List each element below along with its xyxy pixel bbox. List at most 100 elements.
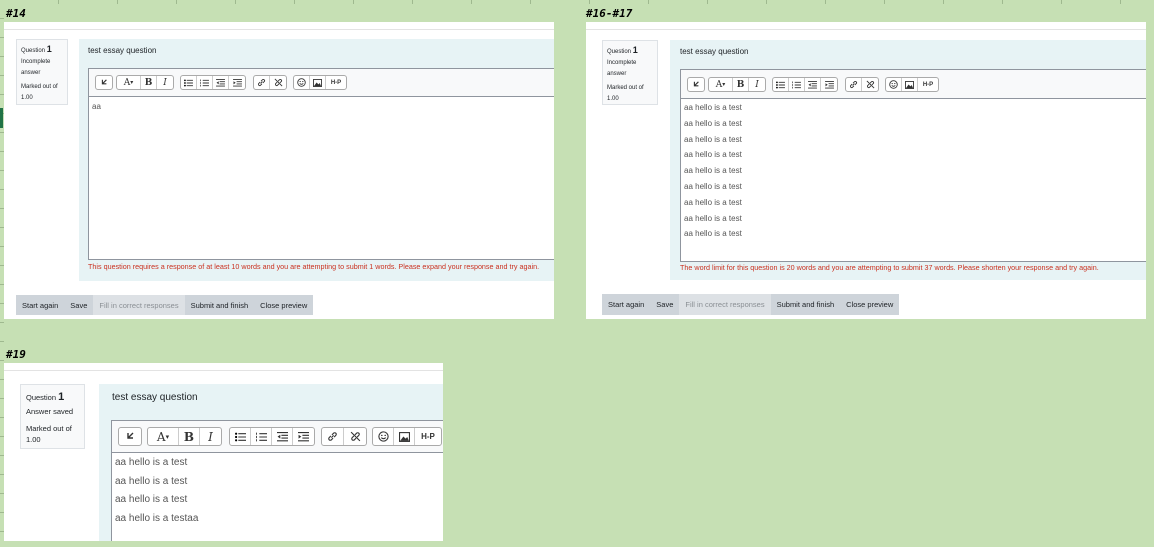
bold-icon[interactable]: B <box>733 78 749 91</box>
preview-controls: Start again Save Fill in correct respons… <box>602 294 900 315</box>
link-icon[interactable] <box>254 76 270 89</box>
bullet-list-icon[interactable] <box>181 76 197 89</box>
response-line: aa <box>92 102 101 111</box>
question-state: Incomplete answer <box>607 60 637 77</box>
question-formulation: test essay question A ▾ B I <box>99 384 443 541</box>
fill-correct-responses-button[interactable]: Fill in correct responses <box>93 295 185 315</box>
submit-and-finish-button[interactable]: Submit and finish <box>771 294 841 315</box>
indent-icon[interactable] <box>229 76 245 89</box>
fill-correct-responses-button[interactable]: Fill in correct responses <box>679 294 771 315</box>
selected-cell-marker <box>0 108 3 128</box>
submit-and-finish-button[interactable]: Submit and finish <box>185 295 255 315</box>
essay-editor[interactable]: A ▾ B I H-P <box>111 420 443 541</box>
start-again-button[interactable]: Start again <box>16 295 64 315</box>
response-line: aa hello is a test <box>684 197 742 207</box>
screenshot-panel-19: Question 1 Answer saved Marked out of 1.… <box>4 363 443 541</box>
bullet-list-icon[interactable] <box>230 428 251 445</box>
editor-toolbar: A ▾ B I H-P <box>112 421 443 453</box>
numbered-list-icon[interactable] <box>251 428 272 445</box>
italic-icon[interactable]: I <box>749 78 765 91</box>
response-line: aa hello is a test <box>684 150 742 160</box>
question-info: Question 1 Answer saved Marked out of 1.… <box>20 384 85 449</box>
h5p-icon[interactable]: H-P <box>415 428 441 445</box>
numbered-list-icon[interactable] <box>197 76 213 89</box>
unlink-icon[interactable] <box>344 428 366 445</box>
response-line: aa hello is a test <box>115 457 188 468</box>
bold-icon[interactable]: B <box>141 76 157 89</box>
save-button[interactable]: Save <box>650 294 679 315</box>
text-color-icon[interactable]: A ▾ <box>117 76 141 89</box>
h5p-icon[interactable]: H-P <box>326 76 346 89</box>
italic-icon[interactable]: I <box>157 76 173 89</box>
undo-icon[interactable] <box>119 428 141 445</box>
response-line: aa hello is a test <box>684 118 742 128</box>
emoji-icon[interactable] <box>886 78 902 91</box>
editor-content[interactable]: aa hello is a test aa hello is a test aa… <box>681 99 1146 261</box>
image-icon[interactable] <box>310 76 326 89</box>
image-icon[interactable] <box>902 78 918 91</box>
validation-error: This question requires a response of at … <box>88 262 540 271</box>
close-preview-button[interactable]: Close preview <box>254 295 313 315</box>
panel-label-16-17: #16-#17 <box>586 7 633 20</box>
response-line: aa hello is a test <box>115 494 188 505</box>
editor-toolbar: A ▾ B I H-P <box>681 70 1146 99</box>
emoji-icon[interactable] <box>294 76 310 89</box>
editor-content[interactable]: aa hello is a test aa hello is a test aa… <box>112 453 443 541</box>
response-line: aa hello is a test <box>684 166 742 176</box>
screenshot-panel-16-17: Question 1 Incomplete answer Marked out … <box>586 22 1146 319</box>
text-color-icon[interactable]: A ▾ <box>709 78 733 91</box>
text-color-icon[interactable]: A ▾ <box>148 428 179 445</box>
question-info: Question 1 Incomplete answer Marked out … <box>16 39 68 105</box>
essay-editor[interactable]: A ▾ B I H-P <box>680 69 1146 262</box>
undo-icon[interactable] <box>96 76 112 89</box>
h5p-icon[interactable]: H-P <box>918 78 938 91</box>
question-info: Question 1 Incomplete answer Marked out … <box>602 40 658 105</box>
essay-editor[interactable]: A ▾ B I H-P <box>88 68 554 260</box>
question-text: test essay question <box>680 47 749 56</box>
validation-error: The word limit for this question is 20 w… <box>680 263 1099 272</box>
outdent-icon[interactable] <box>805 78 821 91</box>
response-line: aa hello is a test <box>684 213 742 223</box>
question-text: test essay question <box>88 46 157 55</box>
panel-label-19: #19 <box>6 348 26 361</box>
response-line: aa hello is a test <box>684 103 742 112</box>
save-button[interactable]: Save <box>64 295 93 315</box>
link-icon[interactable] <box>322 428 344 445</box>
response-line: aa hello is a test <box>684 134 742 144</box>
editor-content[interactable]: aa <box>89 97 554 259</box>
response-line: aa hello is a test <box>684 229 742 239</box>
image-icon[interactable] <box>394 428 415 445</box>
bullet-list-icon[interactable] <box>773 78 789 91</box>
response-line: aa hello is a test <box>684 181 742 191</box>
outdent-icon[interactable] <box>272 428 293 445</box>
bold-icon[interactable]: B <box>179 428 200 445</box>
question-formulation: test essay question A ▾ B I <box>670 40 1146 280</box>
response-line: aa hello is a test <box>115 475 188 487</box>
undo-icon[interactable] <box>688 78 704 91</box>
start-again-button[interactable]: Start again <box>602 294 650 315</box>
close-preview-button[interactable]: Close preview <box>840 294 899 315</box>
screenshot-panel-14: Question 1 Incomplete answer Marked out … <box>4 22 554 319</box>
emoji-icon[interactable] <box>373 428 394 445</box>
question-state: Incomplete answer <box>21 59 51 76</box>
unlink-icon[interactable] <box>862 78 878 91</box>
question-mark: Marked out of 1.00 <box>607 85 644 102</box>
preview-controls: Start again Save Fill in correct respons… <box>16 295 314 315</box>
outdent-icon[interactable] <box>213 76 229 89</box>
unlink-icon[interactable] <box>270 76 286 89</box>
question-state: Answer saved <box>26 407 74 416</box>
question-number: Question 1 <box>21 44 52 54</box>
question-number: Question 1 <box>26 391 65 403</box>
panel-label-14: #14 <box>6 7 26 20</box>
italic-icon[interactable]: I <box>200 428 221 445</box>
question-number: Question 1 <box>607 45 638 55</box>
question-formulation: test essay question A ▾ B I <box>79 39 554 281</box>
numbered-list-icon[interactable] <box>789 78 805 91</box>
editor-toolbar: A ▾ B I H-P <box>89 69 554 97</box>
indent-icon[interactable] <box>821 78 837 91</box>
indent-icon[interactable] <box>293 428 314 445</box>
link-icon[interactable] <box>846 78 862 91</box>
question-mark: Marked out of 1.00 <box>26 424 72 444</box>
spreadsheet-column-grid <box>0 0 1154 4</box>
question-mark: Marked out of 1.00 <box>21 84 58 101</box>
